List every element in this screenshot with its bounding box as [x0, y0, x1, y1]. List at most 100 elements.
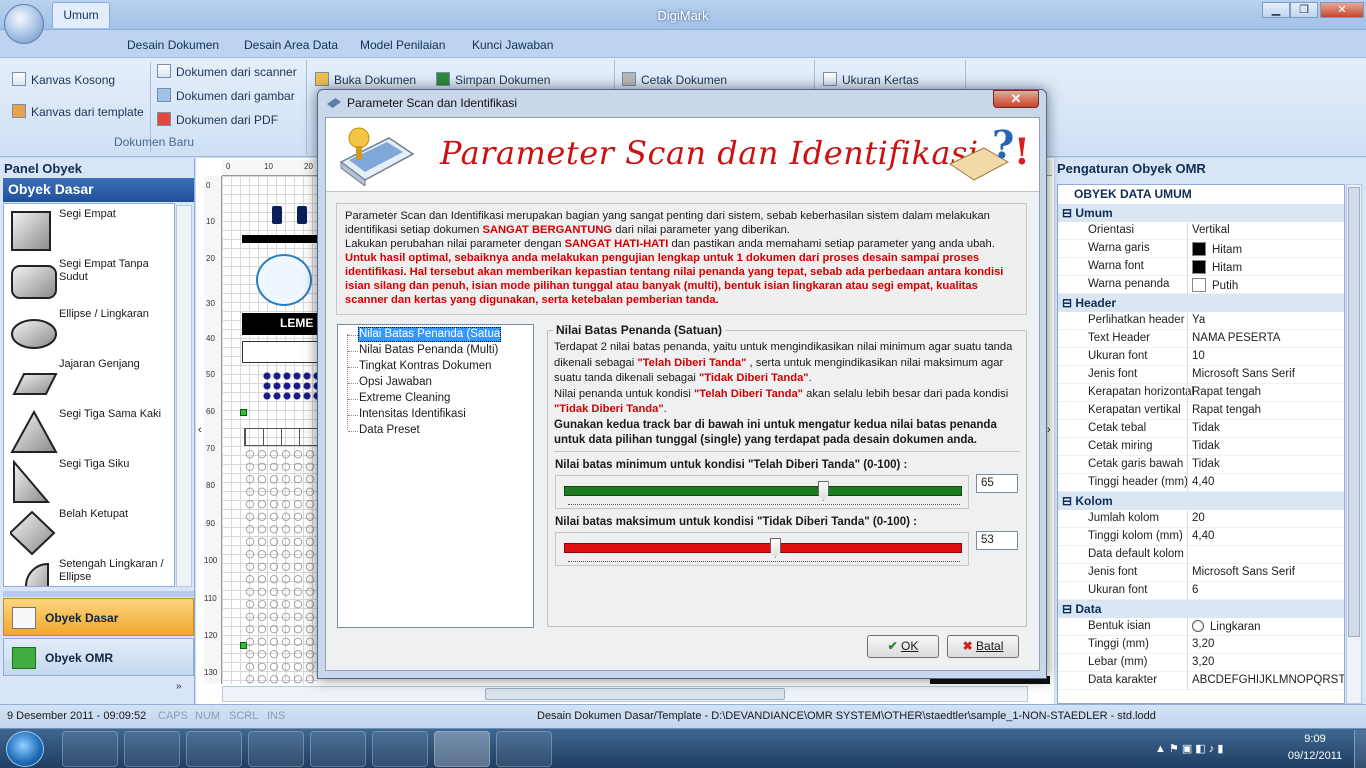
property-value[interactable]: Microsoft Sans Serif [1192, 368, 1295, 380]
property-row[interactable]: Lebar (mm) 3,20 [1058, 654, 1344, 672]
property-value[interactable]: 4,40 [1192, 476, 1214, 488]
max-threshold-value[interactable]: 53 [976, 531, 1018, 550]
property-value[interactable]: NAMA PESERTA [1192, 332, 1280, 344]
property-row[interactable]: Jenis font Microsoft Sans Serif [1058, 564, 1344, 582]
dokumen-scanner-button[interactable]: Dokumen dari scanner [157, 64, 297, 79]
property-value[interactable]: 3,20 [1192, 656, 1214, 668]
property-row[interactable]: Warna penanda Putih [1058, 276, 1344, 294]
media-taskbar-icon[interactable] [124, 731, 180, 767]
shape-list-scrollbar[interactable] [176, 205, 192, 587]
property-row[interactable]: Data default kolom [1058, 546, 1344, 564]
cancel-button[interactable]: ✖ Batal [947, 635, 1019, 658]
min-threshold-trackbar[interactable] [555, 475, 969, 509]
property-value[interactable]: Lingkaran [1192, 620, 1261, 633]
canvas-hscrollbar[interactable] [222, 686, 1028, 702]
kanvas-template-button[interactable]: Kanvas dari template [12, 104, 144, 119]
property-row[interactable]: Perlihatkan header Ya [1058, 312, 1344, 330]
property-row[interactable]: Text Header NAMA PESERTA [1058, 330, 1344, 348]
property-category[interactable]: ⊟ Header [1058, 294, 1344, 312]
scroll-thumb[interactable] [1348, 187, 1360, 637]
paint-taskbar-icon[interactable] [496, 731, 552, 767]
property-row[interactable]: Tinggi (mm) 3,20 [1058, 636, 1344, 654]
property-value[interactable]: 20 [1192, 512, 1205, 524]
property-value[interactable]: Putih [1192, 278, 1238, 292]
dokumen-pdf-button[interactable]: Dokumen dari PDF [157, 112, 278, 127]
shape-item-segi-empat[interactable]: Segi Empat [4, 204, 174, 254]
property-row[interactable]: Jumlah kolom 20 [1058, 510, 1344, 528]
shape-item-segi-empat-tanpa-sudut[interactable]: Segi Empat Tanpa Sudut [4, 254, 174, 304]
property-row[interactable]: Bentuk isian Lingkaran [1058, 618, 1344, 636]
property-row[interactable]: Cetak miring Tidak [1058, 438, 1344, 456]
tree-item-kontras[interactable]: Tingkat Kontras Dokumen [359, 360, 492, 372]
property-row[interactable]: Warna font Hitam [1058, 258, 1344, 276]
property-row[interactable]: Kerapatan vertikal Rapat tengah [1058, 402, 1344, 420]
tray-time[interactable]: 9:09 [1290, 733, 1340, 745]
shape-item-segi-tiga-siku[interactable]: Segi Tiga Siku [4, 454, 174, 504]
property-value[interactable]: Tidak [1192, 422, 1220, 434]
property-row[interactable]: Ukuran font 6 [1058, 582, 1344, 600]
property-row[interactable]: Kerapatan horizontal Rapat tengah [1058, 384, 1344, 402]
property-value[interactable]: Microsoft Sans Serif [1192, 566, 1295, 578]
nav-obyek-omr[interactable]: Obyek OMR [3, 638, 194, 676]
kanvas-kosong-button[interactable]: Kanvas Kosong [12, 72, 115, 87]
property-row[interactable]: Ukuran font 10 [1058, 348, 1344, 366]
digimark-taskbar-icon[interactable] [434, 731, 490, 767]
tree-item-batas-multi[interactable]: Nilai Batas Penanda (Multi) [359, 344, 498, 356]
property-value[interactable]: 10 [1192, 350, 1205, 362]
property-value[interactable]: Tidak [1192, 458, 1220, 470]
tab-desain-dokumen[interactable]: Desain Dokumen [127, 38, 219, 52]
tree-item-opsi-jawaban[interactable]: Opsi Jawaban [359, 376, 432, 388]
close-button[interactable]: ✕ [1320, 2, 1364, 18]
property-category[interactable]: ⊟ Kolom [1058, 492, 1344, 510]
chrome-taskbar-icon[interactable] [248, 731, 304, 767]
shape-item-jajaran-genjang[interactable]: Jajaran Genjang [4, 354, 174, 404]
tab-model-penilaian[interactable]: Model Penilaian [360, 38, 445, 52]
shape-item-segi-tiga-sama-kaki[interactable]: Segi Tiga Sama Kaki [4, 404, 174, 454]
property-value[interactable]: Hitam [1192, 242, 1242, 256]
property-value[interactable]: 4,40 [1192, 530, 1214, 542]
tab-desain-area-data[interactable]: Desain Area Data [244, 38, 338, 52]
maximize-button[interactable]: ❐ [1290, 2, 1318, 18]
show-desktop-button[interactable] [1354, 730, 1366, 768]
chevron-down-icon[interactable]: » [176, 681, 182, 692]
property-row[interactable]: Tinggi header (mm) 4,40 [1058, 474, 1344, 492]
min-threshold-value[interactable]: 65 [976, 474, 1018, 493]
max-threshold-trackbar[interactable] [555, 532, 969, 566]
max-track-thumb[interactable] [769, 538, 781, 558]
property-value[interactable]: 3,20 [1192, 638, 1214, 650]
property-row[interactable]: Cetak garis bawah Tidak [1058, 456, 1344, 474]
cetak-dokumen-button[interactable]: Cetak Dokumen [622, 72, 727, 87]
app-menu-button[interactable] [4, 4, 44, 44]
computer-taskbar-icon[interactable] [186, 731, 242, 767]
tree-item-data-preset[interactable]: Data Preset [359, 424, 420, 436]
tree-item-extreme-cleaning[interactable]: Extreme Cleaning [359, 392, 450, 404]
ukuran-kertas-button[interactable]: Ukuran Kertas [823, 72, 919, 87]
tray-icons[interactable]: ▲ ⚑ ▣ ◧ ♪ ▮ [1155, 742, 1223, 755]
property-value[interactable]: Tidak [1192, 440, 1220, 452]
splitter-handle[interactable] [3, 591, 194, 597]
tree-item-intensitas[interactable]: Intensitas Identifikasi [359, 408, 466, 420]
property-value[interactable]: Hitam [1192, 260, 1242, 274]
tray-date[interactable]: 09/12/2011 [1280, 750, 1350, 762]
app-taskbar-icon[interactable] [310, 731, 366, 767]
simpan-dokumen-button[interactable]: Simpan Dokumen [436, 72, 550, 87]
property-value[interactable]: 6 [1192, 584, 1198, 596]
scroll-thumb[interactable] [485, 688, 785, 700]
property-row[interactable]: Jenis font Microsoft Sans Serif [1058, 366, 1344, 384]
property-row[interactable]: Orientasi Vertikal [1058, 222, 1344, 240]
property-category[interactable]: ⊟ Data [1058, 600, 1344, 618]
tab-umum[interactable]: Umum [52, 2, 110, 28]
ok-button[interactable]: ✔ OK [867, 635, 939, 658]
minimize-button[interactable]: ▁ [1262, 2, 1290, 18]
tree-item-batas-satuan[interactable]: Nilai Batas Penanda (Satuan) [359, 328, 511, 340]
property-value[interactable]: Rapat tengah [1192, 404, 1261, 416]
explorer-taskbar-icon[interactable] [62, 731, 118, 767]
dokumen-gambar-button[interactable]: Dokumen dari gambar [157, 88, 295, 103]
property-row[interactable]: Data karakter ABCDEFGHIJKLMNOPQRSTU' [1058, 672, 1344, 690]
property-value[interactable]: Vertikal [1192, 224, 1230, 236]
property-row[interactable]: Tinggi kolom (mm) 4,40 [1058, 528, 1344, 546]
property-value[interactable]: ABCDEFGHIJKLMNOPQRSTU' [1192, 674, 1344, 686]
buka-dokumen-button[interactable]: Buka Dokumen [315, 72, 416, 87]
dialog-close-button[interactable]: ✕ [993, 90, 1039, 108]
winrar-taskbar-icon[interactable] [372, 731, 428, 767]
